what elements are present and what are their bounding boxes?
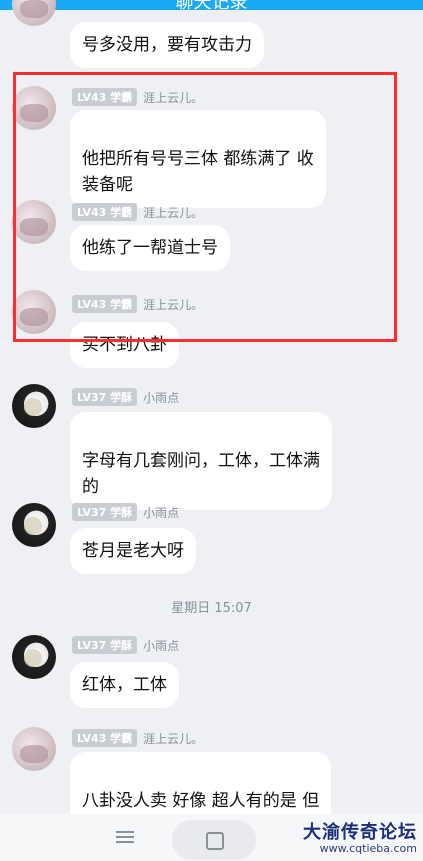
avatar[interactable] bbox=[12, 503, 56, 547]
message-text: 他把所有号号三体 都练满了 收 装备呢 bbox=[82, 149, 314, 195]
message-text: 红体，工体 bbox=[82, 675, 167, 695]
avatar[interactable] bbox=[12, 200, 56, 244]
level-badge: LV43 学霸 bbox=[72, 203, 138, 221]
page-title: 聊天记录 bbox=[175, 0, 248, 13]
sender-name: 涯上云儿。 bbox=[143, 297, 204, 312]
sender-meta: LV37 学酥 小雨点 bbox=[72, 388, 179, 406]
level-badge: LV43 学霸 bbox=[72, 295, 138, 313]
message-bubble[interactable]: 红体，工体 bbox=[70, 662, 179, 708]
sender-meta: LV43 学霸 涯上云儿。 bbox=[72, 729, 203, 747]
sender-meta: LV43 学霸 涯上云儿。 bbox=[72, 295, 203, 313]
home-button[interactable] bbox=[172, 820, 256, 860]
sender-meta: LV37 学酥 小雨点 bbox=[72, 503, 179, 521]
menu-icon[interactable] bbox=[116, 828, 134, 843]
message-bubble[interactable]: 他把所有号号三体 都练满了 收 装备呢 bbox=[70, 110, 326, 208]
watermark: 大渝传奇论坛 www.cqtieba.com bbox=[303, 818, 417, 855]
level-badge: LV37 学酥 bbox=[72, 636, 138, 654]
sender-name: 小雨点 bbox=[143, 638, 180, 653]
watermark-url: www.cqtieba.com bbox=[319, 842, 417, 855]
sender-meta: LV43 学霸 涯上云儿。 bbox=[72, 203, 203, 221]
watermark-title: 大渝传奇论坛 bbox=[303, 822, 417, 843]
message-bubble[interactable]: 他练了一帮道士号 bbox=[70, 225, 230, 271]
sender-meta: LV37 学酥 小雨点 bbox=[72, 636, 179, 654]
message-text: 字母有几套刚问，工体，工体满 的 bbox=[82, 451, 320, 497]
header-bar: ‹ 聊天记录 bbox=[0, 0, 423, 13]
level-badge: LV43 学霸 bbox=[72, 729, 138, 747]
sender-name: 涯上云儿。 bbox=[143, 205, 204, 220]
message-text: 苍月是老大呀 bbox=[82, 541, 184, 561]
level-badge: LV37 学酥 bbox=[72, 388, 138, 406]
avatar[interactable] bbox=[12, 0, 56, 26]
sender-name: 小雨点 bbox=[143, 390, 180, 405]
avatar[interactable] bbox=[12, 635, 56, 679]
sender-name: 涯上云儿。 bbox=[143, 90, 204, 105]
avatar[interactable] bbox=[12, 727, 56, 771]
message-text: 他练了一帮道士号 bbox=[82, 238, 218, 258]
timestamp-divider: 星期日 15:07 bbox=[171, 601, 252, 616]
level-badge: LV37 学酥 bbox=[72, 503, 138, 521]
message-bubble[interactable]: 买不到八卦 bbox=[70, 322, 179, 368]
sender-name: 小雨点 bbox=[143, 505, 180, 520]
avatar[interactable] bbox=[12, 290, 56, 334]
message-text: 号多没用，要有攻击力 bbox=[82, 35, 252, 55]
message-bubble[interactable]: 苍月是老大呀 bbox=[70, 528, 196, 574]
sender-name: 涯上云儿。 bbox=[143, 731, 204, 746]
avatar[interactable] bbox=[12, 384, 56, 428]
sender-meta: LV43 学霸 涯上云儿。 bbox=[72, 88, 203, 106]
message-bubble[interactable]: 字母有几套刚问，工体，工体满 的 bbox=[70, 412, 332, 510]
message-text: 买不到八卦 bbox=[82, 335, 167, 355]
message-bubble[interactable]: 号多没用，要有攻击力 bbox=[70, 22, 264, 68]
level-badge: LV43 学霸 bbox=[72, 88, 138, 106]
avatar[interactable] bbox=[12, 86, 56, 130]
